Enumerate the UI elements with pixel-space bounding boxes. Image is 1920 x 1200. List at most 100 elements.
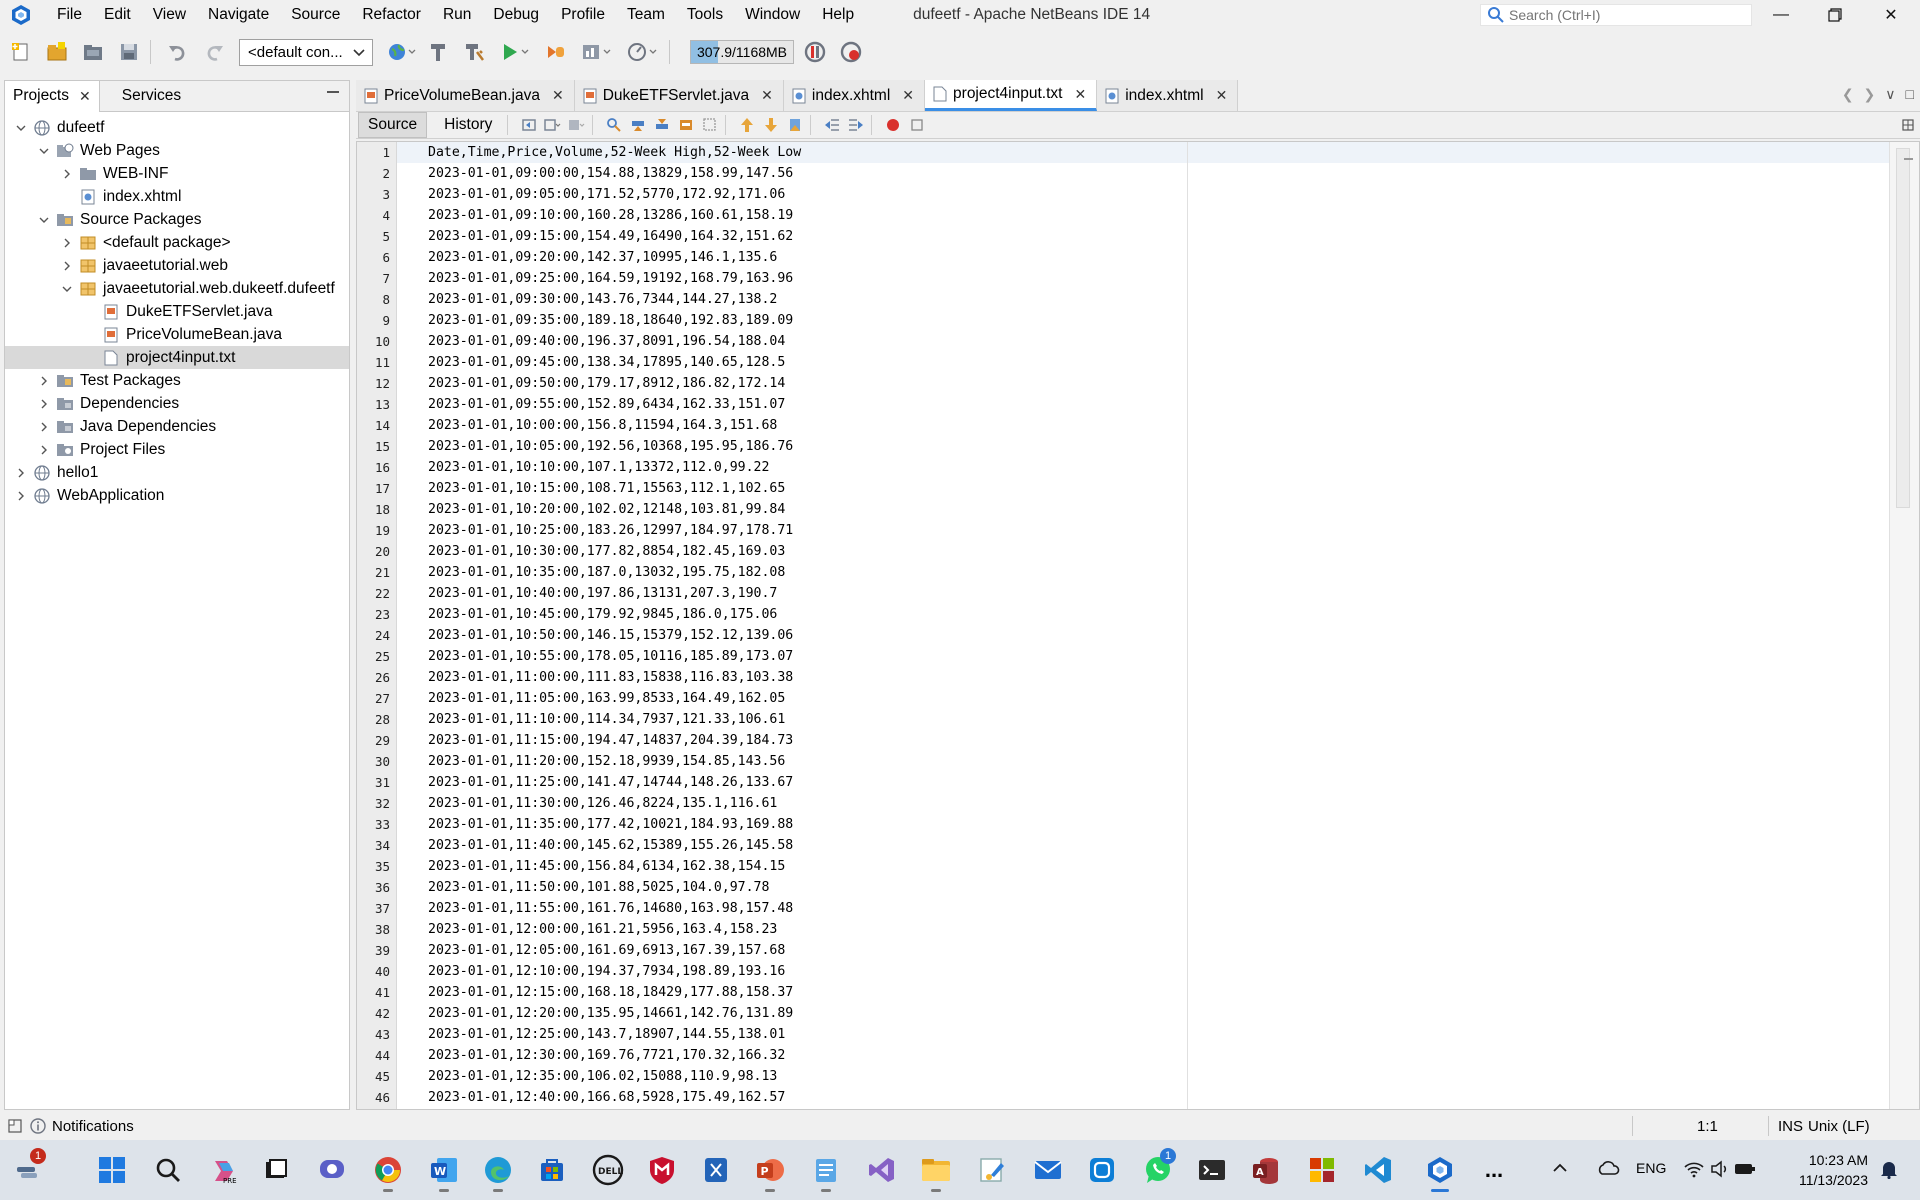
edge-button[interactable] [478,1150,518,1192]
scroll-tabs-left-icon[interactable]: ❮ [1842,86,1854,103]
chevron-down-icon[interactable] [36,212,52,228]
attach-profiler-button[interactable] [623,38,663,66]
close-window-button[interactable]: ✕ [1868,0,1914,30]
more-apps-button[interactable]: ... [1474,1150,1514,1190]
editor-tab[interactable]: index.xhtml ✕ [1097,80,1239,111]
code-line[interactable]: 2023-01-01,10:10:00,107.1,13372,112.0,99… [397,457,1889,478]
code-line[interactable]: 2023-01-01,11:35:00,177.42,10021,184.93,… [397,814,1889,835]
code-line[interactable]: 2023-01-01,11:50:00,101.88,5025,104.0,97… [397,877,1889,898]
code-line[interactable]: 2023-01-01,09:45:00,138.34,17895,140.65,… [397,352,1889,373]
code-line[interactable]: 2023-01-01,11:25:00,141.47,14744,148.26,… [397,772,1889,793]
chevron-right-icon[interactable] [59,235,75,251]
tree-item[interactable]: Dependencies [5,392,349,415]
mail-button[interactable] [1028,1150,1068,1190]
tab-services[interactable]: Services [100,81,189,112]
code-line[interactable]: 2023-01-01,11:15:00,194.47,14837,204.39,… [397,730,1889,751]
search-input[interactable] [1509,7,1739,23]
scrollbar-thumb[interactable] [1896,148,1910,508]
tree-item[interactable]: Source Packages [5,208,349,231]
code-line[interactable]: 2023-01-01,12:20:00,135.95,14661,142.76,… [397,1003,1889,1024]
code-line[interactable]: 2023-01-01,09:15:00,154.49,16490,164.32,… [397,226,1889,247]
redo-button[interactable] [199,38,229,66]
code-line[interactable]: 2023-01-01,10:50:00,146.15,15379,152.12,… [397,625,1889,646]
show-opened-documents-icon[interactable]: ∨ [1885,86,1895,103]
code-line[interactable]: 2023-01-01,10:25:00,183.26,12997,184.97,… [397,520,1889,541]
open-project-button[interactable] [78,38,108,66]
chevron-down-icon[interactable] [36,143,52,159]
minimize-window-button[interactable]: — [1758,0,1804,30]
chevron-right-icon[interactable] [36,442,52,458]
editor-tab[interactable]: index.xhtml ✕ [783,80,926,111]
wifi-button[interactable] [1684,1160,1704,1181]
code-line[interactable]: 2023-01-01,12:30:00,169.76,7721,170.32,1… [397,1045,1889,1066]
close-icon[interactable]: ✕ [1216,87,1228,104]
code-line[interactable]: 2023-01-01,12:05:00,161.69,6913,167.39,1… [397,940,1889,961]
code-line[interactable]: 2023-01-01,12:35:00,106.02,15088,110.9,9… [397,1066,1889,1087]
scroll-tabs-right-icon[interactable]: ❯ [1864,86,1876,103]
file-explorer-button[interactable] [916,1150,956,1192]
dell-button[interactable]: DELL [588,1150,628,1190]
menu-file[interactable]: File [46,0,93,30]
code-line[interactable]: 2023-01-01,11:20:00,152.18,9939,154.85,1… [397,751,1889,772]
find-selection-button[interactable] [605,117,623,133]
code-line[interactable]: 2023-01-01,09:40:00,196.37,8091,196.54,1… [397,331,1889,352]
save-all-button[interactable] [114,38,144,66]
code-line[interactable]: 2023-01-01,09:25:00,164.59,19192,168.79,… [397,268,1889,289]
notifications-button[interactable]: Notifications [30,1118,134,1135]
code-text-area[interactable]: Date,Time,Price,Volume,52-Week High,52-W… [397,142,1889,1109]
teams-chat-button[interactable] [312,1150,352,1190]
menu-window[interactable]: Window [734,0,811,30]
code-line[interactable]: 2023-01-01,09:10:00,160.28,13286,160.61,… [397,205,1889,226]
profile-project-button[interactable] [577,38,617,66]
last-edit-button[interactable] [520,117,538,133]
tree-item[interactable]: hello1 [5,461,349,484]
code-line[interactable]: 2023-01-01,11:00:00,111.83,15838,116.83,… [397,667,1889,688]
line-ending[interactable]: Unix (LF) [1808,1118,1870,1135]
menu-view[interactable]: View [142,0,197,30]
visual-studio-button[interactable] [862,1150,902,1190]
find-previous-button[interactable] [629,117,647,133]
battery-button[interactable] [1734,1160,1756,1181]
tree-item[interactable]: WEB-INF [5,162,349,185]
taskbar-notifications-button[interactable]: 1 [8,1148,48,1190]
tree-item[interactable]: javaeetutorial.web.dukeetf.dufeetf [5,277,349,300]
chevron-right-icon[interactable] [13,465,29,481]
taskbar-search-button[interactable] [148,1150,188,1190]
debug-project-button[interactable] [541,38,571,66]
store-button[interactable] [532,1150,572,1190]
code-line[interactable]: 2023-01-01,12:00:00,161.21,5956,163.4,15… [397,919,1889,940]
tree-item[interactable]: <default package> [5,231,349,254]
whatsapp-button[interactable]: 1 [1138,1148,1178,1190]
tab-projects[interactable]: Projects ✕ [5,80,100,112]
tree-item[interactable]: javaeetutorial.web [5,254,349,277]
editor-tab[interactable]: DukeETFServlet.java ✕ [574,80,784,111]
chrome-button[interactable] [368,1150,408,1192]
code-line[interactable]: 2023-01-01,12:15:00,168.18,18429,177.88,… [397,982,1889,1003]
access-button[interactable]: A [1246,1150,1286,1190]
menu-tools[interactable]: Tools [676,0,734,30]
office-app-button[interactable] [1302,1150,1342,1190]
menu-source[interactable]: Source [280,0,351,30]
code-line[interactable]: 2023-01-01,11:30:00,126.46,8224,135.1,11… [397,793,1889,814]
build-project-button[interactable] [423,38,453,66]
onedrive-button[interactable] [1596,1160,1620,1179]
code-line[interactable]: 2023-01-01,09:20:00,142.37,10995,146.1,1… [397,247,1889,268]
code-line[interactable]: 2023-01-01,12:10:00,194.37,7934,198.89,1… [397,961,1889,982]
split-editor-button[interactable] [1902,118,1914,135]
next-bookmark-button[interactable] [762,117,780,133]
previous-bookmark-button[interactable] [738,117,756,133]
memory-usage-bar[interactable]: 307.9/1168MB [690,40,794,64]
code-line[interactable]: 2023-01-01,09:50:00,179.17,8912,186.82,1… [397,373,1889,394]
code-line[interactable]: 2023-01-01,10:30:00,177.82,8854,182.45,1… [397,541,1889,562]
code-line[interactable]: 2023-01-01,09:30:00,143.76,7344,144.27,1… [397,289,1889,310]
menu-debug[interactable]: Debug [482,0,550,30]
editor-tab[interactable]: project4input.txt ✕ [925,80,1098,111]
chevron-down-icon[interactable] [13,120,29,136]
code-line[interactable]: 2023-01-01,11:10:00,114.34,7937,121.33,1… [397,709,1889,730]
netbeans-taskbar-button[interactable] [1420,1150,1460,1192]
code-line[interactable]: 2023-01-01,09:55:00,152.89,6434,162.33,1… [397,394,1889,415]
toggle-highlight-button[interactable] [677,117,695,133]
undo-button[interactable] [163,38,193,66]
tree-item[interactable]: Project Files [5,438,349,461]
source-mode-button[interactable]: Source [358,112,428,138]
